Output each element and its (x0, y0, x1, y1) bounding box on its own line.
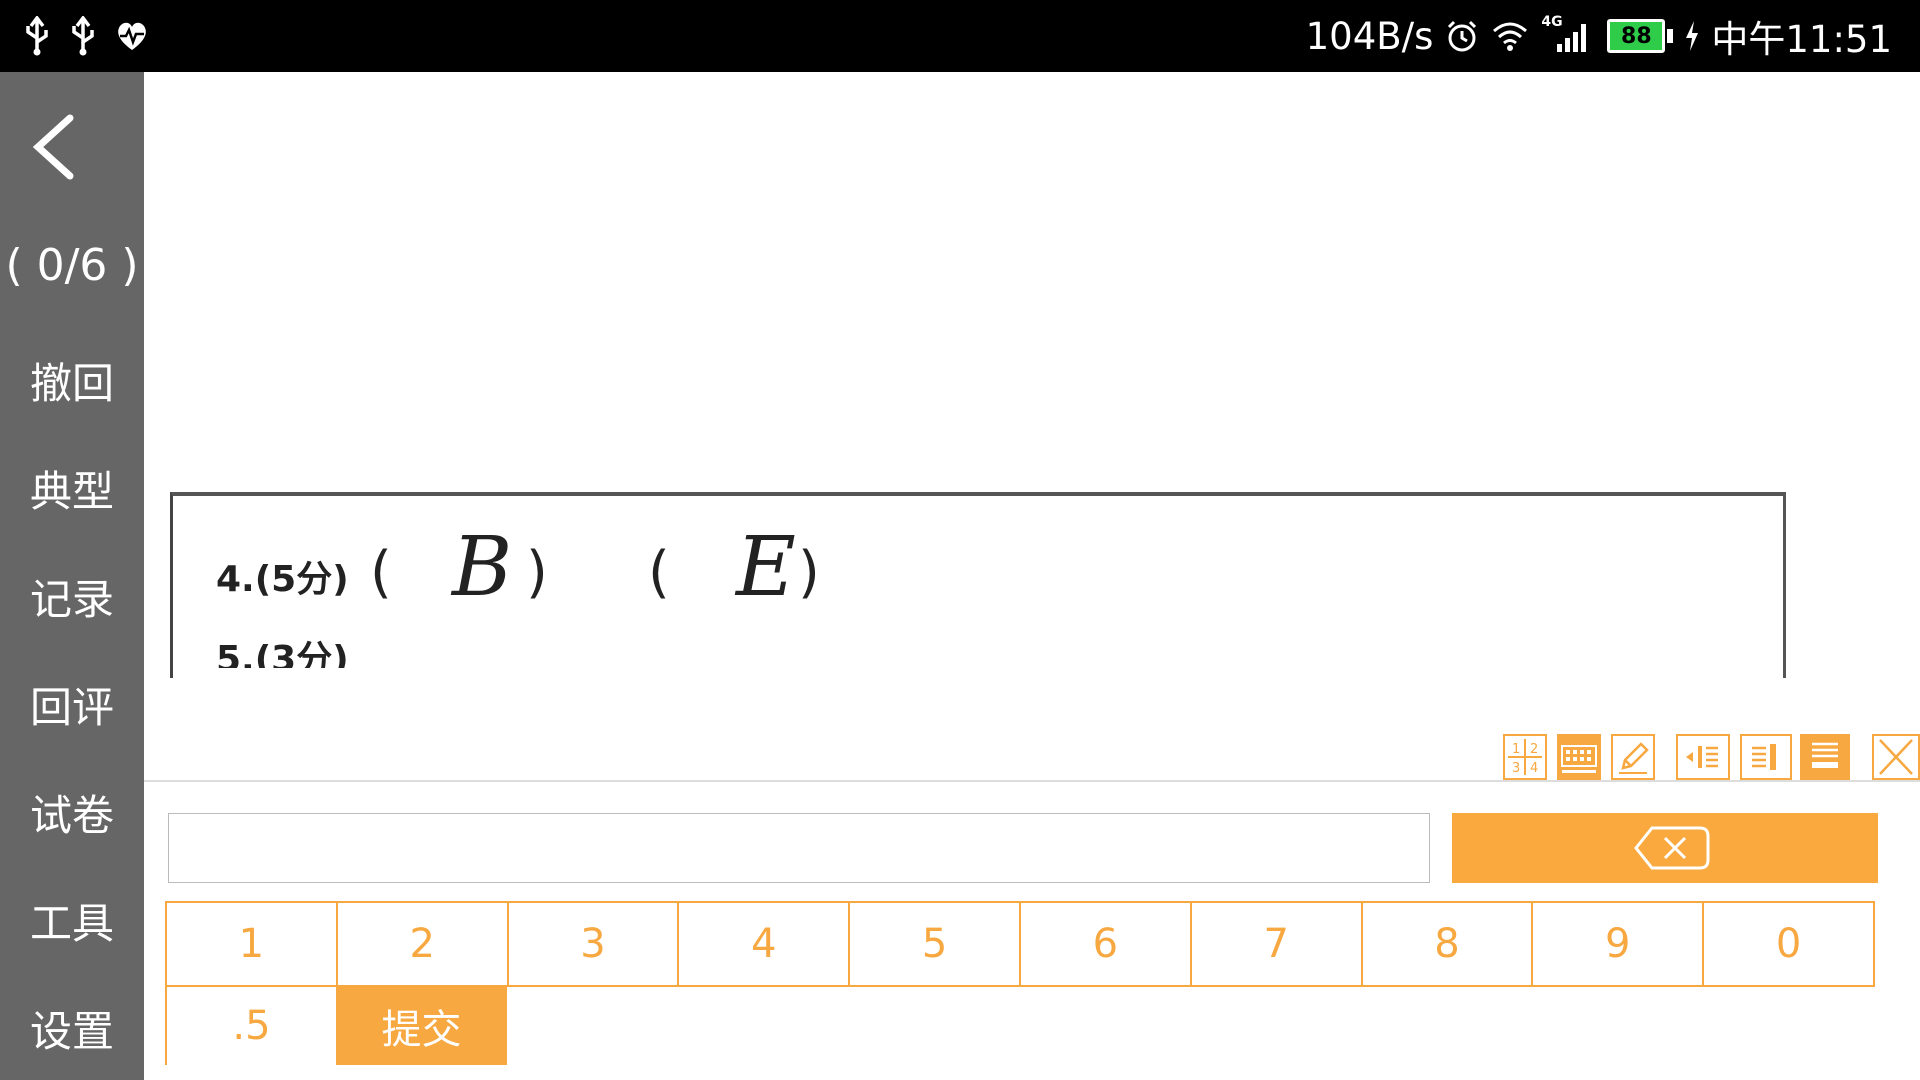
pencil-icon (1619, 742, 1649, 774)
sidebar-item-tools[interactable]: 工具 (0, 890, 144, 951)
close-keypad-button[interactable] (1872, 734, 1920, 780)
scan-frame (170, 492, 1786, 678)
key-9[interactable]: 9 (1533, 903, 1705, 985)
sidebar-item-review[interactable]: 回评 (0, 674, 144, 735)
sidebar-item-settings[interactable]: 设置 (0, 998, 144, 1059)
key-half[interactable]: .5 (165, 987, 336, 1065)
signal-icon: 4G (1541, 14, 1595, 54)
back-button[interactable] (28, 112, 84, 182)
keyboard-icon (1561, 745, 1597, 773)
notification-icons (22, 14, 150, 58)
paren-open: ( (648, 540, 670, 605)
sidebar-item-paper[interactable]: 试卷 (0, 782, 144, 843)
key-0[interactable]: 0 (1704, 903, 1873, 985)
status-icons: 104B/s 4G 88 中午11:51 (1305, 12, 1892, 61)
sidebar-item-typical[interactable]: 典型 (0, 458, 144, 519)
paren-close: ) (798, 540, 820, 605)
close-icon (1879, 739, 1913, 775)
alarm-icon (1448, 20, 1477, 52)
back-arrow-icon (32, 114, 74, 180)
dock-bottom-icon (1812, 742, 1838, 768)
net-speed: 104B/s (1305, 14, 1434, 58)
usb-icon (72, 16, 94, 56)
dock-bottom-button[interactable] (1800, 734, 1850, 780)
usb-icon (26, 16, 48, 56)
paren-close: ) (526, 540, 548, 605)
dock-left-button[interactable] (1676, 734, 1730, 780)
scanned-answer-image: 4.(5分) ( B ) ( E ) 5.(3分) (170, 492, 1786, 678)
dock-right-button[interactable] (1740, 734, 1792, 780)
divider (144, 780, 1920, 782)
key-5[interactable]: 5 (850, 903, 1021, 985)
key-6[interactable]: 6 (1021, 903, 1192, 985)
key-2[interactable]: 2 (338, 903, 509, 985)
sidebar: ( 0/6 ) 撤回 典型 记录 回评 试卷 工具 设置 (0, 72, 144, 1080)
clock: 中午11:51 (1711, 18, 1892, 61)
charging-icon (1686, 21, 1699, 51)
fraction-grid-icon: 1 2 3 4 (1508, 739, 1542, 776)
digit-keypad: 1 2 3 4 5 6 7 8 9 0 (165, 901, 1875, 987)
backspace-icon (1634, 826, 1710, 870)
svg-text:1: 1 (1512, 742, 1520, 757)
svg-text:3: 3 (1512, 761, 1520, 776)
key-1[interactable]: 1 (167, 903, 338, 985)
handwritten-answer-e: E (736, 520, 796, 615)
question-4-label: 4.(5分) (216, 559, 349, 600)
wifi-icon (1493, 22, 1528, 51)
key-3[interactable]: 3 (509, 903, 680, 985)
key-4[interactable]: 4 (679, 903, 851, 985)
dock-right-icon (1752, 744, 1776, 770)
svg-text:4: 4 (1530, 761, 1538, 776)
sidebar-item-records[interactable]: 记录 (0, 566, 144, 627)
paren-open: ( (370, 540, 392, 605)
health-icon (118, 22, 146, 50)
dock-left-icon (1686, 746, 1718, 768)
question-5-label: 5.(3分) (216, 639, 349, 668)
keypad-row-2: .5 提交 (165, 987, 507, 1065)
submit-button[interactable]: 提交 (336, 987, 507, 1065)
fraction-keypad-button[interactable]: 1 2 3 4 (1503, 734, 1547, 780)
progress-counter: ( 0/6 ) (5, 240, 139, 291)
backspace-button[interactable] (1452, 813, 1878, 883)
key-7[interactable]: 7 (1192, 903, 1363, 985)
svg-text:2: 2 (1530, 742, 1538, 757)
status-bar: 104B/s 4G 88 中午11:51 (0, 0, 1920, 72)
handwritten-answer-b: B (452, 520, 513, 615)
handwriting-button[interactable] (1611, 734, 1655, 780)
battery-tip (1667, 29, 1674, 43)
battery-icon: 88 (1607, 19, 1666, 53)
keyboard-button[interactable] (1557, 734, 1601, 780)
score-input[interactable] (168, 813, 1430, 883)
key-8[interactable]: 8 (1363, 903, 1534, 985)
sidebar-item-withdraw[interactable]: 撤回 (0, 350, 144, 411)
